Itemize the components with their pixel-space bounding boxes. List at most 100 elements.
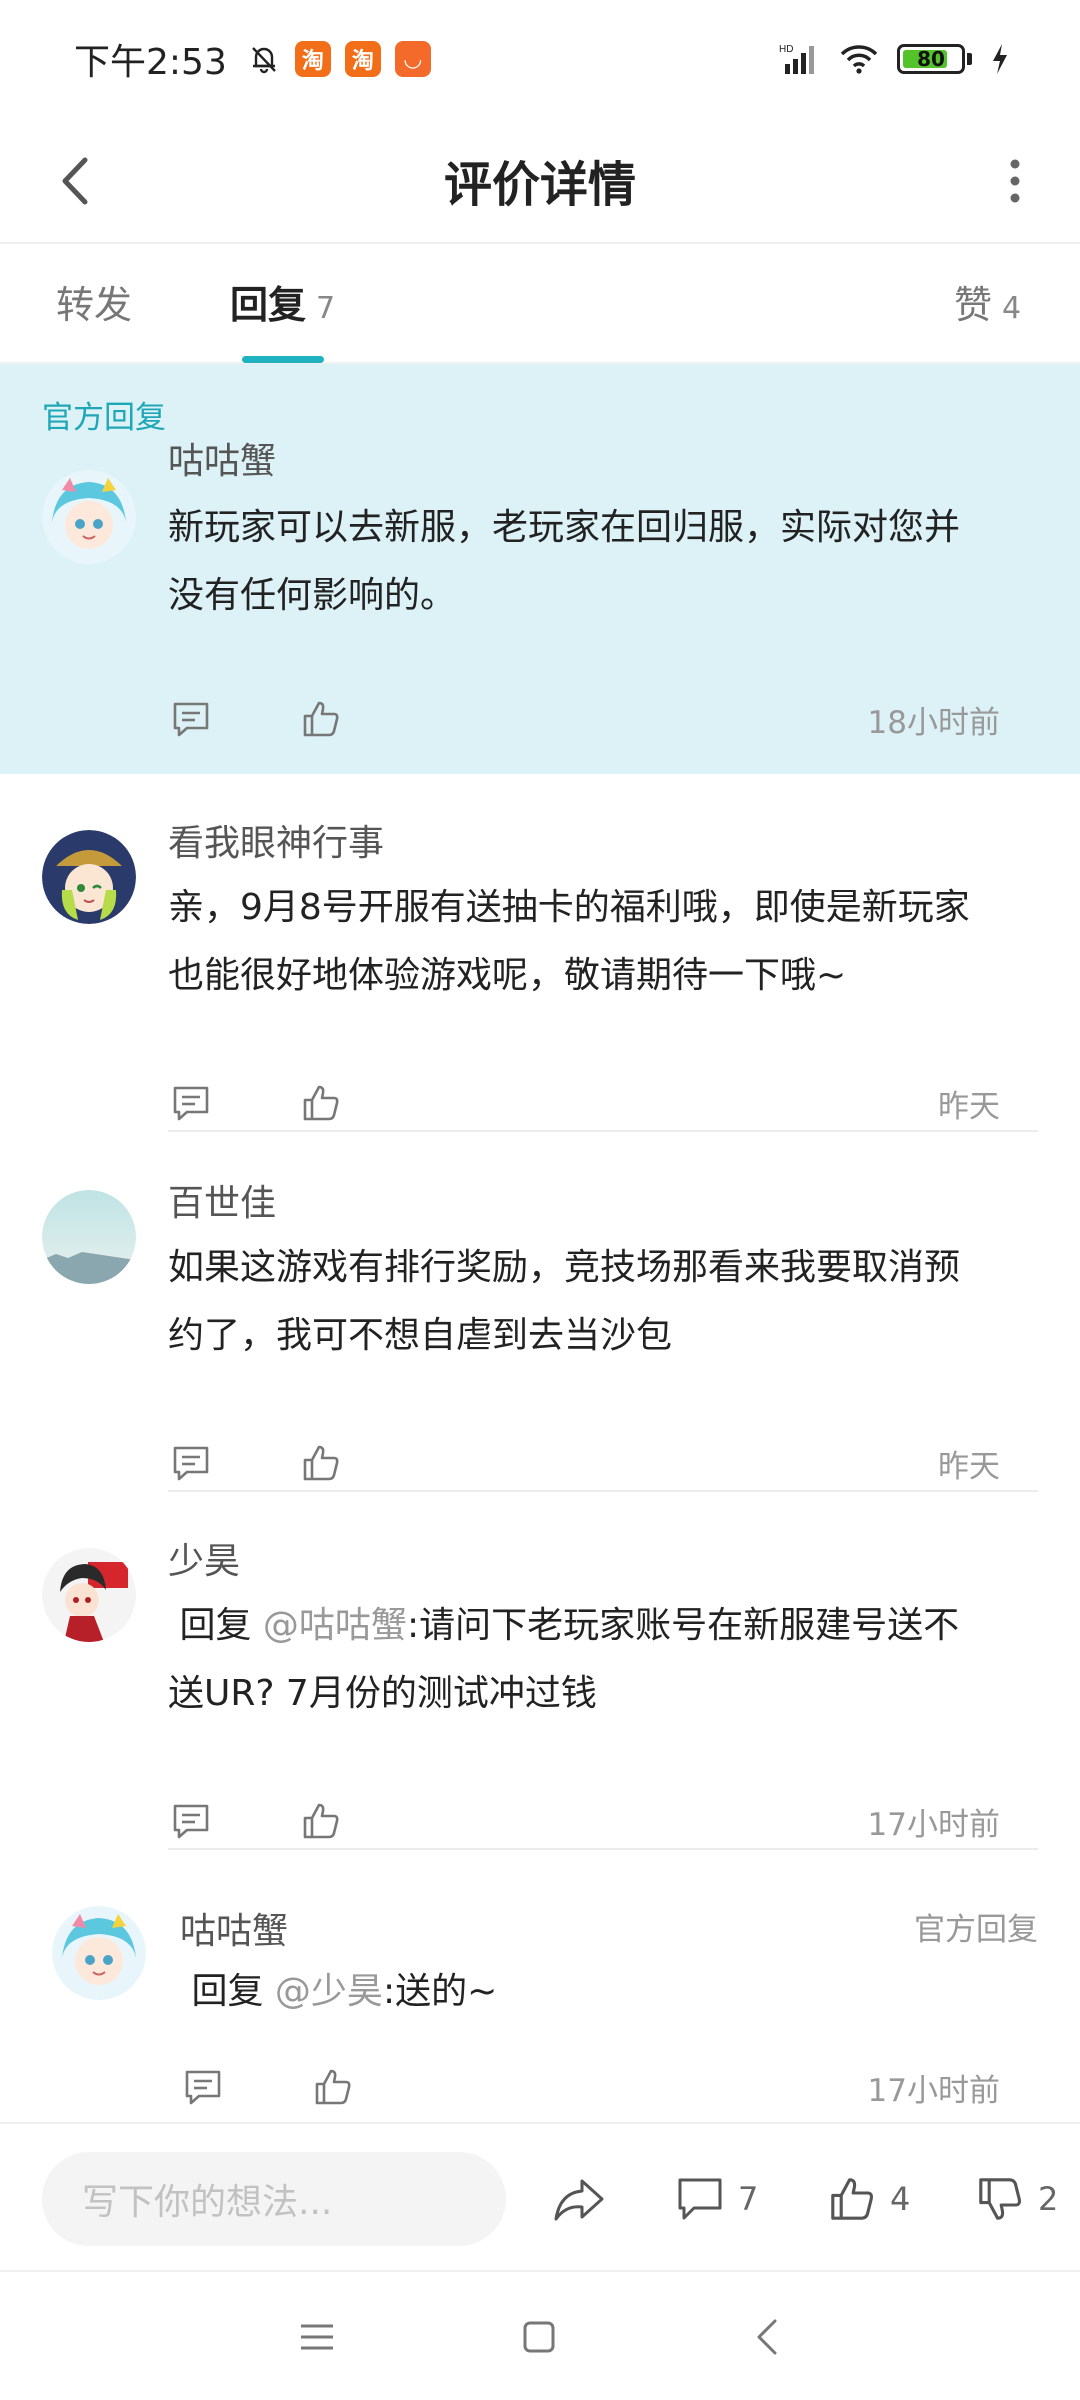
comment-input-placeholder: 写下你的想法...: [82, 2182, 333, 2223]
share-button[interactable]: [552, 2164, 606, 2234]
comment-icon: [173, 702, 209, 737]
comment-actions: 昨天: [168, 1438, 1000, 1488]
avatar[interactable]: [42, 1548, 136, 1642]
comment-time: 17小时前: [867, 1806, 1000, 1843]
reply-prefix: 回复: [191, 1971, 264, 2012]
avatar-image: [42, 470, 136, 564]
comment-line: 如果这游戏有排行奖励，竞技场那看来我要取消预: [168, 1247, 961, 1288]
active-tab-indicator: [242, 356, 324, 363]
comment-item: 看我眼神行事 亲，9月8号开服有送抽卡的福利哦，即使是新玩家 也能很好地体验游戏…: [0, 774, 1080, 1134]
taobao-icon: 淘: [294, 41, 331, 77]
battery-icon: 80: [897, 44, 965, 74]
comment-author[interactable]: 少昊: [168, 1532, 240, 1584]
tab-bar: 转发 回复 7 赞 4: [0, 244, 1080, 364]
notification-icons: 淘 淘 ◡: [247, 41, 431, 77]
thumbs-up-icon: [831, 2178, 873, 2220]
reply-prefix: 回复: [179, 1605, 252, 1646]
tab-label: 回复: [230, 283, 307, 327]
comments-button[interactable]: 7: [676, 2164, 758, 2234]
comment-line: 回复 @少昊:送的~: [180, 1958, 1010, 2026]
thumbs-up-icon: [303, 1085, 339, 1121]
comment-time: 18小时前: [867, 704, 1000, 741]
comment-author[interactable]: 咕咕蟹: [168, 432, 276, 484]
tab-label: 赞: [954, 283, 993, 327]
comment-actions: 17小时前: [180, 2062, 1000, 2112]
comment-actions: 17小时前: [168, 1796, 1000, 1846]
page-title: 评价详情: [443, 157, 636, 213]
home-nav-button[interactable]: [504, 2302, 574, 2372]
comment-input[interactable]: 写下你的想法...: [42, 2152, 506, 2246]
thumbs-down-icon: [979, 2178, 1021, 2220]
avatar[interactable]: [42, 830, 136, 924]
battery-level: 80: [917, 47, 945, 71]
reply-button[interactable]: [168, 1080, 214, 1126]
home-square-icon: [523, 2321, 555, 2353]
reply-button[interactable]: [168, 696, 214, 742]
bell-off-icon: [251, 47, 276, 74]
comment-count: 7: [738, 2180, 759, 2218]
avatar-image: [42, 1190, 136, 1284]
reply-button[interactable]: [180, 2064, 226, 2110]
system-navigation-bar: [0, 2270, 1080, 2400]
avatar-image: [52, 1906, 146, 2000]
tab-reposts[interactable]: 转发: [56, 274, 132, 329]
comment-icon: [173, 1446, 209, 1481]
avatar[interactable]: [42, 1190, 136, 1284]
back-nav-button[interactable]: [732, 2302, 802, 2372]
menu-icon: [301, 2324, 333, 2350]
shopping-app-icon: ◡: [394, 41, 431, 77]
comment-text: 回复 @少昊:送的~: [180, 1958, 1010, 2026]
like-button[interactable]: [298, 696, 344, 742]
reply-button[interactable]: [168, 1798, 214, 1844]
bottom-action-bar: 写下你的想法... 7 4 2: [0, 2122, 1080, 2270]
tab-label: 转发: [56, 283, 133, 327]
comment-line: 新玩家可以去新服，老玩家在回归服，实际对您并: [168, 507, 961, 548]
avatar[interactable]: [42, 470, 136, 564]
share-icon: [554, 2179, 604, 2221]
back-nav-icon: [757, 2319, 777, 2355]
mention-link[interactable]: @少昊: [275, 1971, 383, 2012]
like-button[interactable]: [298, 1440, 344, 1486]
mention-link[interactable]: @咕咕蟹: [263, 1605, 407, 1646]
like-total-button[interactable]: 4: [828, 2164, 910, 2234]
dislike-button[interactable]: 2: [976, 2164, 1058, 2234]
thumbs-up-icon: [303, 1803, 339, 1839]
comment-line: 亲，9月8号开服有送抽卡的福利哦，即使是新玩家: [168, 887, 970, 928]
charging-icon: [993, 44, 1007, 74]
menu-nav-button[interactable]: [282, 2302, 352, 2372]
battery-tip: [967, 53, 972, 65]
comment-item: 咕咕蟹 新玩家可以去新服，老玩家在回归服，实际对您并 没有任何影响的。 18小时…: [0, 364, 1080, 774]
comment-icon: [173, 1086, 209, 1121]
comment-author[interactable]: 咕咕蟹: [180, 1902, 288, 1954]
reply-button[interactable]: [168, 1440, 214, 1486]
taobao-icon: 淘: [344, 41, 381, 77]
like-button[interactable]: [298, 1798, 344, 1844]
like-button[interactable]: [310, 2064, 356, 2110]
comment-line: 约了，我可不想自虐到去当沙包: [168, 1315, 673, 1356]
comment-actions: 18小时前: [168, 694, 1000, 744]
comment-author[interactable]: 百世佳: [168, 1174, 276, 1226]
more-options-button[interactable]: [980, 146, 1050, 216]
comment-text-rest: :送的~: [382, 1971, 498, 2012]
back-button[interactable]: [40, 146, 110, 216]
avatar-image: [42, 830, 136, 924]
tab-replies[interactable]: 回复 7: [230, 274, 335, 329]
app-header: 评价详情: [0, 118, 1080, 244]
status-time: 下午2:53: [74, 42, 227, 83]
comment-line: 没有任何影响的。: [168, 575, 457, 616]
signal-icon: HD: [779, 44, 814, 74]
status-bar: 下午2:53 淘 淘 ◡ HD 80: [0, 0, 1080, 118]
tab-likes[interactable]: 赞 4: [954, 274, 1021, 329]
like-button[interactable]: [298, 1080, 344, 1126]
comment-icon: [185, 2070, 221, 2105]
comment-bubble-icon: [678, 2178, 722, 2220]
comment-author[interactable]: 看我眼神行事: [168, 814, 384, 866]
comment-text: 回复 @咕咕蟹:请问下老玩家账号在新服建号送不 送UR? 7月份的测试冲过钱: [168, 1592, 1024, 1728]
divider: [168, 1130, 1038, 1132]
tab-count: 7: [316, 291, 336, 326]
avatar[interactable]: [52, 1906, 146, 2000]
comment-text: 如果这游戏有排行奖励，竞技场那看来我要取消预 约了，我可不想自虐到去当沙包: [168, 1234, 1024, 1370]
system-icons: HD 80: [779, 42, 1010, 76]
comment-line: 送UR? 7月份的测试冲过钱: [168, 1673, 597, 1714]
comment-item: 百世佳 如果这游戏有排行奖励，竞技场那看来我要取消预 约了，我可不想自虐到去当沙…: [0, 1134, 1080, 1492]
